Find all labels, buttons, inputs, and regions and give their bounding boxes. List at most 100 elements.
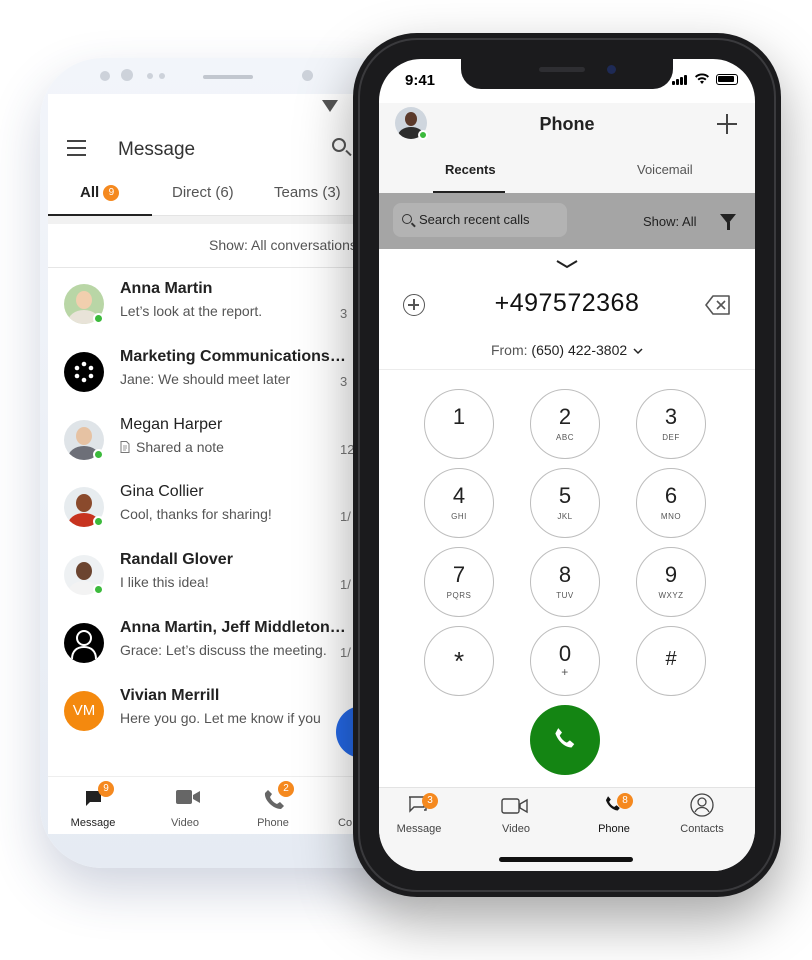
tab-video[interactable]: Video <box>471 788 561 848</box>
message-preview: Cool, thanks for sharing! <box>120 506 272 522</box>
tab-voicemail[interactable]: Voicemail <box>637 162 693 177</box>
earpiece-speaker <box>203 75 253 79</box>
contact-name: Marketing Communications… <box>120 348 346 365</box>
video-icon <box>176 790 200 804</box>
front-camera <box>607 65 616 74</box>
key-3[interactable]: 3 DEF <box>636 389 706 459</box>
tab-message[interactable]: 3 Message <box>379 788 464 848</box>
hamburger-menu-icon[interactable] <box>67 140 86 161</box>
collapse-chevron-icon[interactable] <box>556 259 578 269</box>
tab-label: Message <box>396 823 442 835</box>
key-1[interactable]: 1 <box>424 389 494 459</box>
timestamp: 1/ <box>340 509 351 524</box>
message-preview: Let’s look at the report. <box>120 303 263 319</box>
nav-label: Phone <box>257 817 289 829</box>
contact-name: Gina Collier <box>120 483 204 500</box>
key-pound[interactable]: # <box>636 626 706 696</box>
message-preview: Jane: We should meet later <box>120 371 291 387</box>
message-preview: Here you go. Let me know if you <box>120 710 321 726</box>
tab-contacts[interactable]: Contacts <box>657 788 747 848</box>
tab-recents[interactable]: Recents <box>445 162 496 177</box>
key-star[interactable]: * <box>424 626 494 696</box>
wifi-icon <box>322 100 338 112</box>
key-5[interactable]: 5 JKL <box>530 468 600 538</box>
chevron-down-icon <box>633 348 643 355</box>
active-tab-indicator <box>48 214 152 216</box>
online-status-dot <box>93 449 104 460</box>
team-avatar <box>64 352 104 392</box>
phone-icon <box>555 728 575 748</box>
search-icon[interactable] <box>332 138 346 152</box>
dialed-number: +497572368 <box>494 289 640 317</box>
page-title: Message <box>118 139 196 160</box>
search-icon <box>402 214 412 224</box>
filter-label: Show: All conversations <box>209 237 357 253</box>
tab-direct[interactable]: Direct (6) <box>172 184 234 201</box>
nav-item-phone[interactable]: 2 Phone <box>228 777 318 834</box>
note-icon <box>120 441 130 453</box>
search-input[interactable]: Search recent calls <box>393 203 567 237</box>
key-8[interactable]: 8 TUV <box>530 547 600 617</box>
timestamp: 1/ <box>340 577 351 592</box>
backspace-icon[interactable] <box>705 295 731 315</box>
key-6[interactable]: 6 MNO <box>636 468 706 538</box>
show-filter[interactable]: Show: All <box>643 214 696 229</box>
online-status-dot <box>93 584 104 595</box>
tab-teams[interactable]: Teams (3) <box>274 184 341 201</box>
dial-display: +497572368 <box>379 281 755 333</box>
unread-badge: 9 <box>103 185 120 201</box>
phone-tabs: Recents Voicemail <box>379 147 755 193</box>
key-0[interactable]: 0 + <box>530 626 600 696</box>
team-logo-icon <box>74 361 94 383</box>
call-button[interactable] <box>530 705 600 775</box>
key-9[interactable]: 9 WXYZ <box>636 547 706 617</box>
group-icon <box>71 630 97 660</box>
header: Phone <box>379 103 755 147</box>
filter-icon[interactable] <box>720 214 736 230</box>
nav-label: Video <box>171 817 199 829</box>
online-status-dot <box>93 313 104 324</box>
tab-all[interactable]: All 9 <box>80 184 120 201</box>
missed-call-badge: 8 <box>617 793 633 809</box>
nav-label: Message <box>70 817 116 829</box>
from-label: From: <box>490 342 528 358</box>
group-avatar <box>64 623 104 663</box>
marketing-stage: Message All 9 Direct (6) Teams (3) Show:… <box>0 0 812 960</box>
contact-name: Randall Glover <box>120 551 233 568</box>
message-preview: Shared a note <box>120 439 224 455</box>
key-4[interactable]: 4 GHI <box>424 468 494 538</box>
tab-phone[interactable]: 8 Phone <box>569 788 659 848</box>
sensor-dot <box>302 70 313 81</box>
home-indicator[interactable] <box>499 857 633 862</box>
iphone-device: 9:41 Phone Recents Voicemail Search rece… <box>353 33 781 897</box>
unread-badge: 3 <box>422 793 438 809</box>
nav-item-video[interactable]: Video <box>140 777 230 834</box>
contact-name: Megan Harper <box>120 416 223 433</box>
front-camera <box>121 69 133 81</box>
nav-item-message[interactable]: 9 Message <box>48 777 138 834</box>
video-icon <box>501 798 528 814</box>
tab-label: All <box>80 184 100 201</box>
key-7[interactable]: 7 PQRS <box>424 547 494 617</box>
sensor-dot <box>100 71 110 81</box>
divider <box>379 369 755 370</box>
message-preview: I like this idea! <box>120 574 209 590</box>
contact-name: Vivian Merrill <box>120 687 220 704</box>
battery-icon <box>716 74 738 85</box>
notch <box>461 59 673 89</box>
message-preview: Grace: Let’s discuss the meeting. <box>120 642 327 658</box>
add-icon[interactable] <box>717 114 737 134</box>
sensor-dot <box>147 73 153 79</box>
unread-badge: 9 <box>98 781 114 797</box>
timestamp: 1/ <box>340 645 351 660</box>
status-time: 9:41 <box>405 72 436 89</box>
missed-call-badge: 2 <box>278 781 294 797</box>
online-status-dot <box>93 516 104 527</box>
search-bar: Search recent calls Show: All <box>379 193 755 249</box>
caller-id-selector[interactable]: From: (650) 422-3802 <box>379 342 755 358</box>
initials-avatar: VM <box>64 691 104 731</box>
key-2[interactable]: 2 ABC <box>530 389 600 459</box>
from-number: (650) 422-3802 <box>531 342 628 358</box>
timestamp: 3 <box>340 374 348 389</box>
iphone-screen: 9:41 Phone Recents Voicemail Search rece… <box>379 59 755 871</box>
